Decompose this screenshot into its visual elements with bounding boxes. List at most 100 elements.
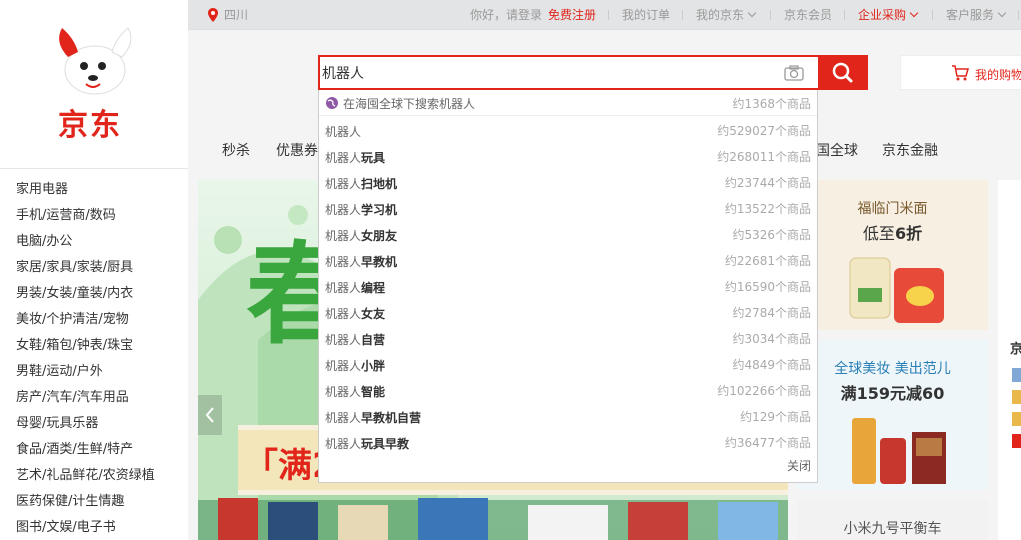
promo-title: 福临门米面 bbox=[857, 201, 928, 217]
suggestion-item[interactable]: 机器人小胖 约4849个商品 bbox=[319, 351, 817, 377]
category-item[interactable]: 食品/酒类/生鲜/特产 bbox=[0, 437, 188, 463]
category-item[interactable]: 男装/女装/童装/内衣 bbox=[0, 281, 188, 307]
my-jd-menu[interactable]: 我的京东 bbox=[696, 0, 757, 30]
close-suggestions-button[interactable]: 关闭 bbox=[787, 457, 811, 474]
category-item[interactable]: 母婴/玩具乐器 bbox=[0, 411, 188, 437]
nav-item-global[interactable]: 国全球 bbox=[816, 140, 858, 160]
suggestion-prefix: 机器人 bbox=[325, 437, 362, 451]
suggestion-keyword: 机器人女朋友 bbox=[325, 227, 397, 244]
category-item[interactable]: 艺术/礼品鲜花/农资绿植 bbox=[0, 463, 188, 489]
top-bar: 四川 你好，请登录 免费注册 我的订单 我的京东 京东会员 企业采购 客户服务 bbox=[188, 0, 1021, 30]
suggestion-prefix: 机器人 bbox=[325, 151, 362, 165]
nav-item-seckill[interactable]: 秒杀 bbox=[222, 140, 250, 160]
result-count: 约129个商品 bbox=[740, 410, 811, 424]
search-input[interactable] bbox=[322, 60, 772, 86]
enterprise-label: 企业采购 bbox=[858, 8, 907, 22]
category-item[interactable]: 图书/文娱/电子书 bbox=[0, 515, 188, 540]
promo-sub-emphasis: 6折 bbox=[894, 224, 923, 243]
suggestion-suffix: 智能 bbox=[361, 385, 386, 399]
location-selector[interactable]: 四川 bbox=[224, 0, 248, 30]
suggestion-prefix: 机器人 bbox=[325, 255, 362, 269]
search-box bbox=[318, 55, 818, 90]
beauty-products-image bbox=[852, 418, 946, 484]
promo-subtitle: 满159元减60 bbox=[840, 384, 945, 403]
promo-sub-text: 低至 bbox=[862, 224, 895, 243]
result-count: 约268011个商品 bbox=[717, 150, 811, 164]
chevron-down-icon bbox=[909, 8, 919, 18]
suggestion-prefix: 机器人 bbox=[325, 307, 362, 321]
suggestion-item[interactable]: 机器人早教机自营 约129个商品 bbox=[319, 403, 817, 429]
suggestion-keyword: 机器人玩具 bbox=[325, 149, 385, 166]
suggestion-item[interactable]: 机器人编程 约16590个商品 bbox=[319, 273, 817, 299]
result-count: 约16590个商品 bbox=[724, 280, 811, 294]
jd-dog-mascot-icon bbox=[59, 27, 132, 95]
logo-text: 京东 bbox=[58, 108, 122, 143]
service-menu[interactable]: 客户服务 bbox=[946, 0, 1007, 30]
result-count: 约3034个商品 bbox=[732, 332, 811, 346]
suggestion-suffix: 小胖 bbox=[361, 359, 386, 373]
suggestion-suffix: 自营 bbox=[361, 333, 386, 347]
global-search-suggestion[interactable]: 在海囤全球下搜索机器人 约1368个商品 bbox=[319, 90, 817, 116]
category-item[interactable]: 房产/汽车/汽车用品 bbox=[0, 385, 188, 411]
suggestion-keyword: 机器人早教机自营 bbox=[325, 409, 421, 426]
promo-subtitle: 低至6折 bbox=[797, 220, 988, 244]
category-item[interactable]: 电脑/办公 bbox=[0, 229, 188, 255]
category-item[interactable]: 医药保健/计生情趣 bbox=[0, 489, 188, 515]
register-link[interactable]: 免费注册 bbox=[548, 0, 596, 30]
suggestion-suffix: 早教机 bbox=[361, 255, 398, 269]
left-panel: 京东 家用电器 手机/运营商/数码 电脑/办公 家居/家具/家装/厨具 男装/女… bbox=[0, 0, 188, 540]
banner-prev-button[interactable] bbox=[198, 395, 222, 435]
suggestion-suffix: 女朋友 bbox=[361, 229, 398, 243]
promo-card-rice[interactable]: 福临门米面 低至6折 bbox=[797, 180, 988, 330]
search-button[interactable] bbox=[818, 55, 868, 90]
suggestion-prefix: 机器人 bbox=[325, 177, 362, 191]
promo-title: 全球美妆 美出范儿 bbox=[834, 361, 951, 377]
suggestion-keyword: 机器人学习机 bbox=[325, 201, 397, 218]
suggestion-suffix: 女友 bbox=[361, 307, 386, 321]
category-item[interactable]: 家用电器 bbox=[0, 177, 188, 203]
suggestion-keyword: 机器人早教机 bbox=[325, 253, 397, 270]
my-orders-link[interactable]: 我的订单 bbox=[622, 0, 670, 30]
category-item[interactable]: 女鞋/箱包/钟表/珠宝 bbox=[0, 333, 188, 359]
login-link[interactable]: 你好，请登录 bbox=[470, 0, 542, 30]
suggestion-prefix: 机器人 bbox=[325, 281, 362, 295]
result-count: 约22681个商品 bbox=[724, 254, 811, 268]
result-count: 约5326个商品 bbox=[732, 228, 811, 242]
suggestion-suffix: 扫地机 bbox=[361, 177, 398, 191]
suggestion-item[interactable]: 机器人女友 约2784个商品 bbox=[319, 299, 817, 325]
suggestion-item[interactable]: 机器人女朋友 约5326个商品 bbox=[319, 221, 817, 247]
promo-title: 小米九号平衡车 bbox=[843, 521, 942, 537]
globe-icon bbox=[326, 97, 338, 109]
suggestion-item[interactable]: 机器人自营 约3034个商品 bbox=[319, 325, 817, 351]
suggestion-prefix: 机器人 bbox=[325, 385, 362, 399]
category-item[interactable]: 美妆/个护清洁/宠物 bbox=[0, 307, 188, 333]
suggestion-item[interactable]: 机器人智能 约102266个商品 bbox=[319, 377, 817, 403]
suggestion-item[interactable]: 机器人 约529027个商品 bbox=[319, 117, 817, 143]
nav-item-finance[interactable]: 京东金融 bbox=[882, 140, 938, 160]
rice-products-image bbox=[849, 257, 944, 323]
sidebar-tag bbox=[1012, 412, 1021, 426]
suggestion-keyword: 机器人女友 bbox=[325, 305, 385, 322]
member-link[interactable]: 京东会员 bbox=[784, 0, 832, 30]
promo-card-beauty[interactable]: 全球美妆 美出范儿 满159元减60 bbox=[797, 340, 988, 490]
suggestion-keyword: 机器人玩具早教 bbox=[325, 435, 409, 452]
nav-item-coupon[interactable]: 优惠券 bbox=[276, 140, 318, 160]
camera-icon[interactable] bbox=[784, 65, 804, 81]
category-item[interactable]: 男鞋/运动/户外 bbox=[0, 359, 188, 385]
suggestion-keyword: 机器人小胖 bbox=[325, 357, 385, 374]
category-item[interactable]: 手机/运营商/数码 bbox=[0, 203, 188, 229]
promo-card-scooter[interactable]: 小米九号平衡车 bbox=[797, 500, 988, 540]
jd-logo[interactable]: 京东 bbox=[40, 22, 150, 152]
cart-button[interactable]: 我的购物车 bbox=[900, 55, 1021, 90]
suggestion-item[interactable]: 机器人学习机 约13522个商品 bbox=[319, 195, 817, 221]
suggestion-prefix: 机器人 bbox=[325, 229, 362, 243]
suggestion-item[interactable]: 机器人早教机 约22681个商品 bbox=[319, 247, 817, 273]
suggestion-item[interactable]: 机器人玩具早教 约36477个商品 bbox=[319, 429, 817, 455]
category-item[interactable]: 家居/家具/家装/厨具 bbox=[0, 255, 188, 281]
service-label: 客户服务 bbox=[946, 8, 995, 22]
chevron-left-icon bbox=[205, 407, 214, 423]
suggestion-item[interactable]: 机器人玩具 约268011个商品 bbox=[319, 143, 817, 169]
suggestion-item[interactable]: 机器人扫地机 约23744个商品 bbox=[319, 169, 817, 195]
enterprise-menu[interactable]: 企业采购 bbox=[858, 0, 919, 30]
suggestion-suffix: 编程 bbox=[361, 281, 386, 295]
